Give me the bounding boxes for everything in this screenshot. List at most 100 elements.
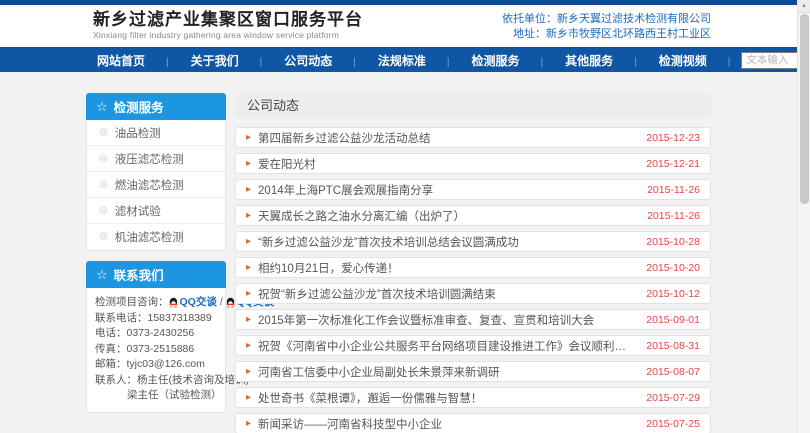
site-title: 新乡过滤产业集聚区窗口服务平台 — [93, 10, 363, 30]
services-panel-header: ☆ 检测服务 — [86, 93, 226, 120]
contact-panel-title: 联系我们 — [114, 265, 164, 284]
nav-item[interactable]: 其他服务 — [554, 52, 648, 69]
news-date: 2015-11-26 — [647, 184, 700, 196]
news-list: ▸ 第四届新乡过滤公益沙龙活动总结 2015-12-23 ▸ 爱在阳光村 201… — [235, 127, 711, 433]
contact-panel: ☆ 联系我们 检测项目咨询： — [86, 261, 226, 413]
contact-panel-header: ☆ 联系我们 — [86, 261, 226, 288]
news-title: 河南省工信委中小企业局副处长朱景萍来新调研 — [258, 364, 636, 380]
news-date: 2015-12-23 — [646, 132, 700, 144]
contact-line: 邮箱：tyjc03@126.com — [95, 357, 219, 373]
news-title: 天翼成长之路之油水分离汇编（出炉了） — [258, 208, 637, 224]
contact-line: 梁主任（试验检测） — [95, 388, 219, 404]
news-date: 2015-08-31 — [646, 340, 700, 352]
service-item[interactable]: ◎ 油品检测 — [87, 120, 225, 146]
services-panel-title: 检测服务 — [114, 97, 164, 116]
content-wrapper: ☆ 检测服务 ◎ 油品检测 ◎ 液压滤芯检测 — [86, 72, 711, 433]
service-item-label: 油品检测 — [115, 125, 161, 141]
arrow-right-icon: ▸ — [246, 315, 251, 325]
services-panel: ☆ 检测服务 ◎ 油品检测 ◎ 液压滤芯检测 — [86, 93, 226, 251]
arrow-right-icon: ▸ — [246, 211, 251, 221]
sidebar: ☆ 检测服务 ◎ 油品检测 ◎ 液压滤芯检测 — [86, 93, 226, 413]
news-row[interactable]: ▸ 河南省工信委中小企业局副处长朱景萍来新调研 2015-08-07 — [235, 361, 711, 382]
arrow-right-icon: ▸ — [246, 341, 251, 351]
contact-line: 联系人：杨主任(技术咨询及培训) — [95, 373, 219, 389]
news-row[interactable]: ▸ 第四届新乡过滤公益沙龙活动总结 2015-12-23 — [235, 127, 711, 148]
news-row[interactable]: ▸ 2014年上海PTC展会观展指南分享 2015-11-26 — [235, 179, 711, 200]
service-item-label: 液压滤芯检测 — [115, 151, 184, 167]
news-row[interactable]: ▸ 天翼成长之路之油水分离汇编（出炉了） 2015-11-26 — [235, 205, 711, 226]
address-line: 地址：新乡市牧野区北环路西王村工业区 — [502, 27, 711, 42]
search-box: 搜 索 — [741, 51, 797, 69]
arrow-right-icon: ▸ — [246, 289, 251, 299]
nav-item[interactable]: 关于我们 — [180, 52, 274, 69]
nav-item[interactable]: 网站首页 — [86, 52, 180, 69]
arrow-right-icon: ▸ — [246, 133, 251, 143]
nav-item[interactable]: 公司动态 — [273, 52, 367, 69]
news-date: 2015-07-29 — [646, 392, 700, 404]
news-date: 2015-08-07 — [646, 366, 700, 378]
consult-label: 检测项目咨询： — [95, 295, 169, 311]
news-row[interactable]: ▸ 祝贺《河南省中小企业公共服务平台网络项目建设推进工作》会议顺利召开 2015… — [235, 335, 711, 356]
service-item[interactable]: ◎ 液压滤芯检测 — [87, 146, 225, 172]
news-row[interactable]: ▸ “新乡过滤公益沙龙”首次技术培训总结会议圆满成功 2015-10-28 — [235, 231, 711, 252]
browser-scrollbar[interactable]: ▲ — [797, 0, 810, 433]
contact-line: 联系电话：15837318389 — [95, 311, 219, 327]
news-row[interactable]: ▸ 相约10月21日，爱心传递！ 2015-10-20 — [235, 257, 711, 278]
news-date: 2015-07-25 — [646, 418, 700, 430]
service-item[interactable]: ◎ 燃油滤芯检测 — [87, 172, 225, 198]
news-title: 爱在阳光村 — [258, 156, 636, 172]
page: 新乡过滤产业集聚区窗口服务平台 Xinxiang filter industry… — [0, 0, 797, 433]
consult-line: 检测项目咨询： QQ交谈 / — [95, 295, 219, 311]
arrow-right-icon: ▸ — [246, 419, 251, 429]
main-content: 公司动态 ▸ 第四届新乡过滤公益沙龙活动总结 2015-12-23 ▸ 爱在阳光… — [235, 93, 711, 433]
services-list: ◎ 油品检测 ◎ 液压滤芯检测 ◎ 燃油滤芯检测 — [86, 120, 226, 251]
header: 新乡过滤产业集聚区窗口服务平台 Xinxiang filter industry… — [0, 5, 797, 47]
news-title: 相约10月21日，爱心传递！ — [258, 260, 636, 276]
news-title: 2015年第一次标准化工作会议暨标准审查、复查、宣贯和培训大会 — [258, 312, 636, 328]
news-title: “新乡过滤公益沙龙”首次技术培训总结会议圆满成功 — [258, 234, 636, 250]
header-info: 依托单位：新乡天翼过滤技术检测有限公司 地址：新乡市牧野区北环路西王村工业区 — [502, 5, 711, 47]
page-title: 公司动态 — [235, 93, 711, 118]
service-item[interactable]: ◎ 滤材试验 — [87, 198, 225, 224]
news-title: 2014年上海PTC展会观展指南分享 — [258, 182, 637, 198]
news-title: 处世奇书《菜根谭》，邂逅一份儒雅与智慧！ — [258, 390, 636, 406]
news-date: 2015-11-26 — [647, 210, 700, 222]
contact-body: 检测项目咨询： QQ交谈 / — [86, 288, 226, 413]
circle-bullet-icon: ◎ — [99, 128, 108, 138]
scrollbar-up-button[interactable]: ▲ — [798, 0, 810, 13]
contact-line: 传真：0373-2515886 — [95, 342, 219, 358]
nav-item[interactable]: 检测服务 — [461, 52, 555, 69]
news-row[interactable]: ▸ 2015年第一次标准化工作会议暨标准审查、复查、宣贯和培训大会 2015-0… — [235, 309, 711, 330]
main-nav: 网站首页 关于我们 公司动态 法规标准 检测服务 其他服务 检测视频 搜 索 — [0, 47, 797, 72]
nav-items: 网站首页 关于我们 公司动态 法规标准 检测服务 其他服务 检测视频 — [86, 52, 741, 69]
circle-bullet-icon: ◎ — [99, 232, 108, 242]
circle-bullet-icon: ◎ — [99, 154, 108, 164]
search-input[interactable] — [741, 52, 797, 69]
service-item-label: 机油滤芯检测 — [115, 229, 184, 245]
nav-item[interactable]: 法规标准 — [367, 52, 461, 69]
news-title: 第四届新乡过滤公益沙龙活动总结 — [258, 130, 636, 146]
news-row[interactable]: ▸ 处世奇书《菜根谭》，邂逅一份儒雅与智慧！ 2015-07-29 — [235, 387, 711, 408]
news-date: 2015-12-21 — [646, 158, 700, 170]
site-subtitle: Xinxiang filter industry gathering area … — [93, 30, 363, 40]
contact-lines: 联系电话：15837318389 电话：0373-2430256 传真：0373… — [95, 311, 219, 404]
service-item-label: 滤材试验 — [115, 203, 161, 219]
arrow-right-icon: ▸ — [246, 185, 251, 195]
qq-chat-link[interactable]: QQ交谈 — [169, 295, 217, 311]
arrow-right-icon: ▸ — [246, 367, 251, 377]
news-title: 祝贺《河南省中小企业公共服务平台网络项目建设推进工作》会议顺利召开 — [258, 338, 636, 354]
news-date: 2015-09-01 — [646, 314, 700, 326]
qq-chat-label: QQ交谈 — [180, 295, 217, 311]
arrow-right-icon: ▸ — [246, 237, 251, 247]
news-row[interactable]: ▸ 新闻采访——河南省科技型中小企业 2015-07-25 — [235, 413, 711, 433]
news-row[interactable]: ▸ 爱在阳光村 2015-12-21 — [235, 153, 711, 174]
circle-bullet-icon: ◎ — [99, 180, 108, 190]
org-line: 依托单位：新乡天翼过滤技术检测有限公司 — [502, 12, 711, 27]
nav-item[interactable]: 检测视频 — [648, 52, 742, 69]
service-item[interactable]: ◎ 机油滤芯检测 — [87, 224, 225, 250]
qq-penguin-icon — [226, 297, 235, 308]
arrow-right-icon: ▸ — [246, 393, 251, 403]
scrollbar-thumb[interactable] — [800, 14, 809, 204]
news-row[interactable]: ▸ 祝贺“新乡过滤公益沙龙”首次技术培训圆满结束 2015-10-12 — [235, 283, 711, 304]
news-title: 祝贺“新乡过滤公益沙龙”首次技术培训圆满结束 — [258, 286, 636, 302]
